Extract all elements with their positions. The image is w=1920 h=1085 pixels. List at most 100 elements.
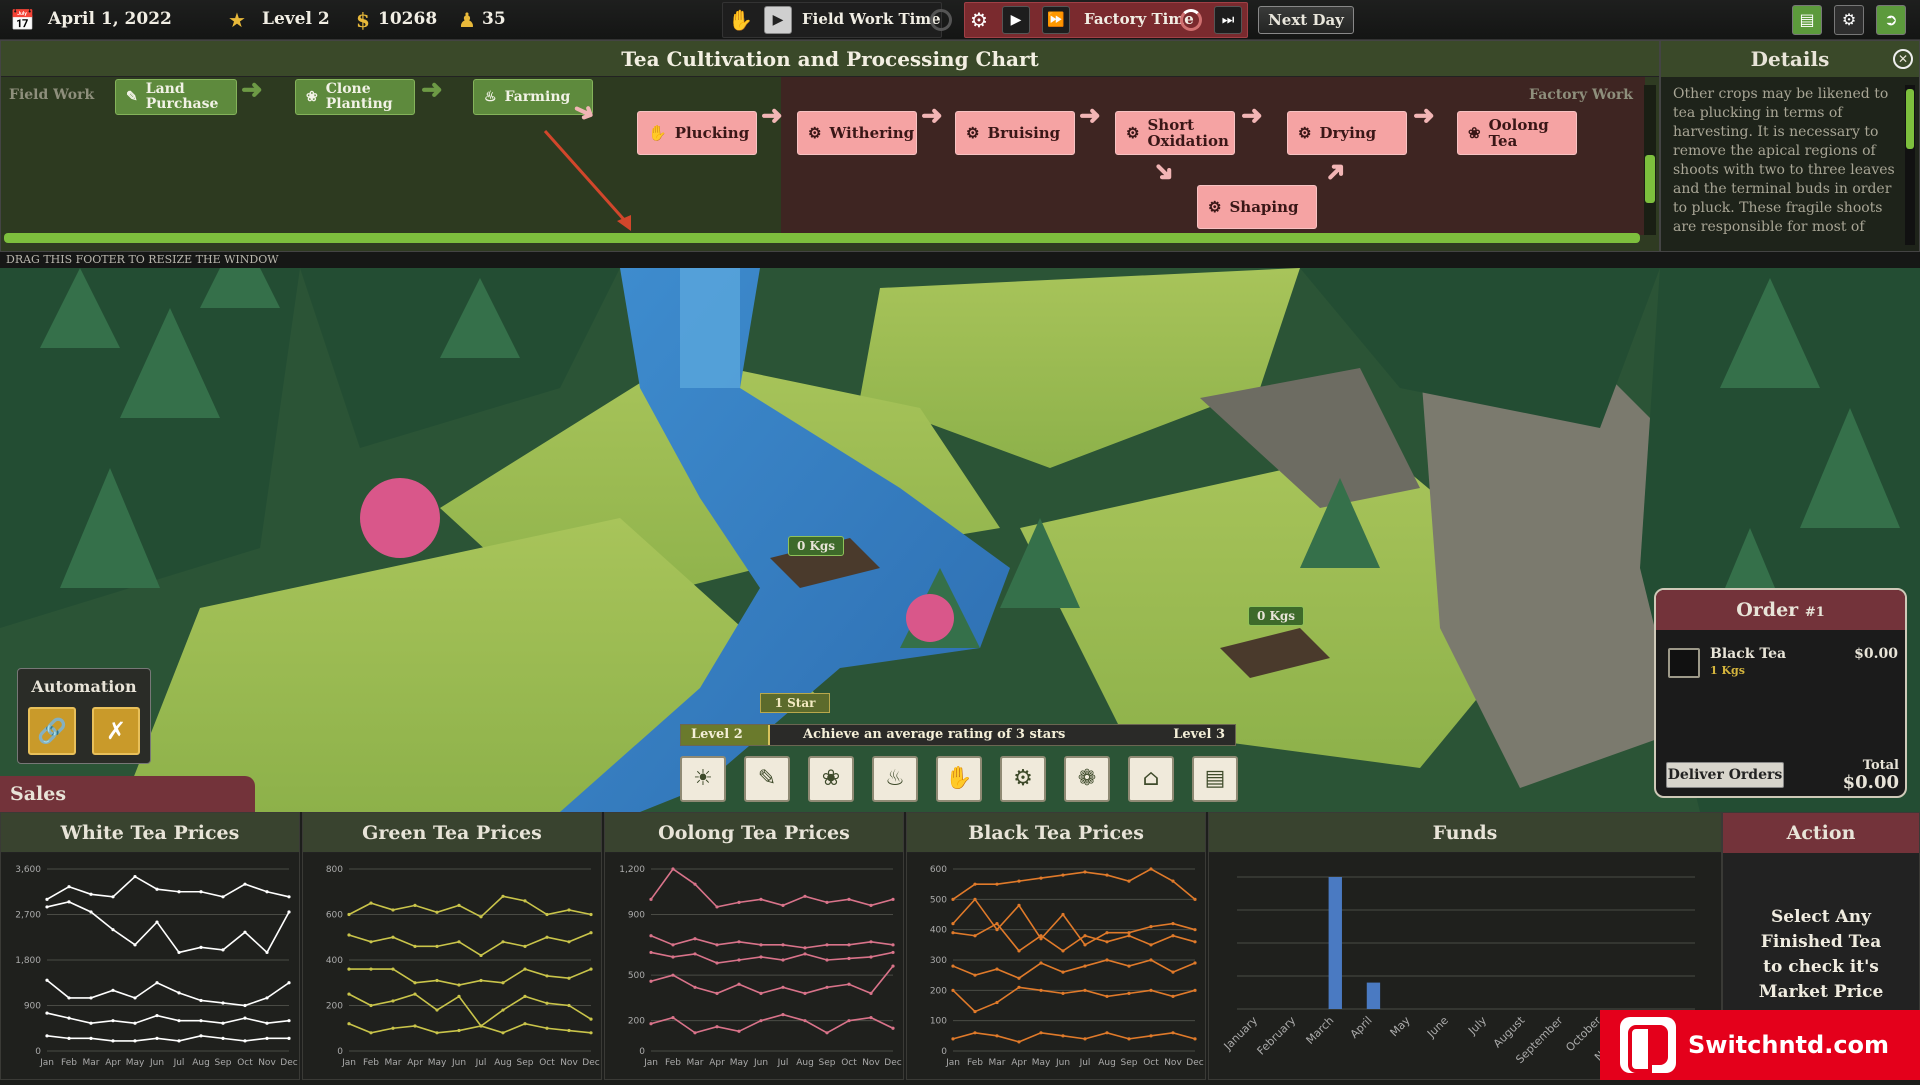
order-total-label: Total: [1862, 758, 1899, 773]
house-icon[interactable]: ⌂: [1128, 756, 1174, 802]
node-bruising[interactable]: ⚙ Bruising: [955, 111, 1075, 155]
pen-icon[interactable]: ✎: [744, 756, 790, 802]
x-tick-label: May: [428, 1058, 447, 1068]
data-point: [111, 988, 115, 992]
resize-footer[interactable]: DRAG THIS FOOTER TO RESIZE THE WINDOW: [0, 252, 1920, 268]
x-tick-label: Jun: [451, 1058, 466, 1068]
chart-vertical-scrollbar[interactable]: [1644, 85, 1656, 235]
node-plucking[interactable]: ✋ Plucking: [637, 111, 757, 155]
x-tick-label: Aug: [494, 1058, 512, 1068]
field-timer-ring: [930, 9, 952, 31]
chart-horizontal-scrollbar[interactable]: [4, 233, 1640, 243]
data-point: [1149, 943, 1153, 947]
data-point: [1083, 870, 1087, 874]
order-item[interactable]: Black Tea 1 Kgs $0.00: [1668, 646, 1898, 682]
link-icon[interactable]: 🔗: [28, 707, 76, 755]
data-point: [199, 1034, 203, 1038]
data-point: [803, 952, 807, 956]
data-point: [501, 940, 505, 944]
scroll-thumb[interactable]: [1906, 89, 1914, 149]
data-point: [221, 895, 225, 899]
data-point: [221, 948, 225, 952]
data-point: [951, 1037, 955, 1041]
data-point: [545, 912, 549, 917]
factory-fast-forward-button[interactable]: ⏩: [1042, 6, 1070, 34]
sales-tab[interactable]: Sales: [0, 776, 255, 812]
order-item-checkbox[interactable]: [1668, 648, 1700, 678]
series-line: [46, 875, 290, 901]
x-tick-label: Apr: [105, 1058, 121, 1068]
unlink-icon[interactable]: ✗: [92, 707, 140, 755]
x-tick-label: Dec: [280, 1058, 297, 1068]
node-land-purchase[interactable]: ✎ Land Purchase: [115, 79, 237, 115]
factory-play-button[interactable]: ▶: [1002, 6, 1030, 34]
data-point: [693, 1031, 697, 1035]
factory-skip-button[interactable]: ⏭: [1214, 6, 1242, 34]
leaf-icon[interactable]: ❁: [1064, 756, 1110, 802]
node-label: Short Oxidation: [1147, 116, 1229, 150]
weather-icon[interactable]: ☀: [680, 756, 726, 802]
node-oolong-tea[interactable]: ❀ Oolong Tea: [1457, 111, 1577, 155]
x-tick-label: August: [1491, 1013, 1528, 1050]
data-point: [1061, 949, 1065, 953]
next-day-button[interactable]: Next Day: [1258, 6, 1354, 34]
node-withering[interactable]: ⚙ Withering: [797, 111, 917, 155]
factory-work-area: Factory Work ➜ ⚙ Withering ➜ ⚙ Bruising …: [761, 77, 1645, 235]
gear-icon: ⚙: [808, 124, 822, 142]
x-tick-label: Jun: [1055, 1058, 1070, 1068]
y-tick-label: 500: [628, 971, 645, 981]
data-point: [1039, 988, 1043, 992]
data-point: [1083, 943, 1087, 947]
data-point: [995, 928, 999, 932]
node-clone-planting[interactable]: ❀ Clone Planting: [295, 79, 415, 115]
data-point: [1193, 928, 1197, 932]
data-point: [737, 940, 741, 944]
oolong-tea-prices-panel: Oolong Tea Prices 0 200 500 900 1,200 Jan Feb M…: [604, 812, 904, 1080]
data-point: [671, 955, 675, 959]
data-point: [457, 940, 461, 944]
player-level: Level 2: [262, 9, 330, 29]
gear-icon[interactable]: ⚙: [1000, 756, 1046, 802]
money-amount: 10268: [378, 9, 438, 29]
x-tick-label: Oct: [841, 1058, 857, 1068]
details-scrollbar[interactable]: [1905, 85, 1915, 245]
panel-title: Green Tea Prices: [303, 813, 601, 853]
data-point: [567, 1003, 571, 1008]
plant-icon[interactable]: ❀: [808, 756, 854, 802]
data-point: [995, 1034, 999, 1038]
exit-icon[interactable]: ➲: [1876, 5, 1906, 35]
x-tick-label: Jan: [945, 1058, 960, 1068]
node-short-oxidation[interactable]: ⚙ Short Oxidation: [1115, 111, 1235, 155]
data-point: [1039, 937, 1043, 941]
close-icon[interactable]: ✕: [1893, 49, 1913, 69]
data-point: [951, 922, 955, 926]
node-label: Plucking: [674, 124, 750, 142]
settings-icon[interactable]: ⚙: [1834, 5, 1864, 35]
plucking-icon[interactable]: ✋: [936, 756, 982, 802]
data-point: [89, 1021, 93, 1025]
watering-can-icon[interactable]: ♨: [872, 756, 918, 802]
deliver-orders-button[interactable]: Deliver Orders: [1666, 762, 1784, 788]
x-tick-label: Aug: [1098, 1058, 1116, 1068]
data-point: [133, 943, 137, 947]
scroll-thumb[interactable]: [1645, 155, 1655, 203]
node-drying[interactable]: ⚙ Drying: [1287, 111, 1407, 155]
data-point: [973, 1009, 977, 1014]
waterfall: [680, 268, 740, 388]
y-tick-label: 200: [930, 986, 947, 996]
series-line: [348, 993, 592, 1028]
node-shaping[interactable]: ⚙ Shaping: [1197, 185, 1317, 229]
data-point: [1127, 1037, 1131, 1041]
data-point: [457, 903, 461, 907]
data-point: [891, 964, 895, 968]
stats-icon[interactable]: ▤: [1792, 5, 1822, 35]
data-point: [891, 1026, 895, 1030]
red-guide-arrow: [543, 130, 631, 231]
y-tick-label: 0: [639, 1047, 645, 1057]
field-play-button[interactable]: ▶: [764, 6, 792, 34]
x-tick-label: Jul: [1079, 1058, 1091, 1068]
x-tick-label: April: [1348, 1014, 1375, 1041]
chart-icon[interactable]: ▤: [1192, 756, 1238, 802]
data-point: [1127, 931, 1131, 935]
series-line: [952, 922, 1196, 952]
